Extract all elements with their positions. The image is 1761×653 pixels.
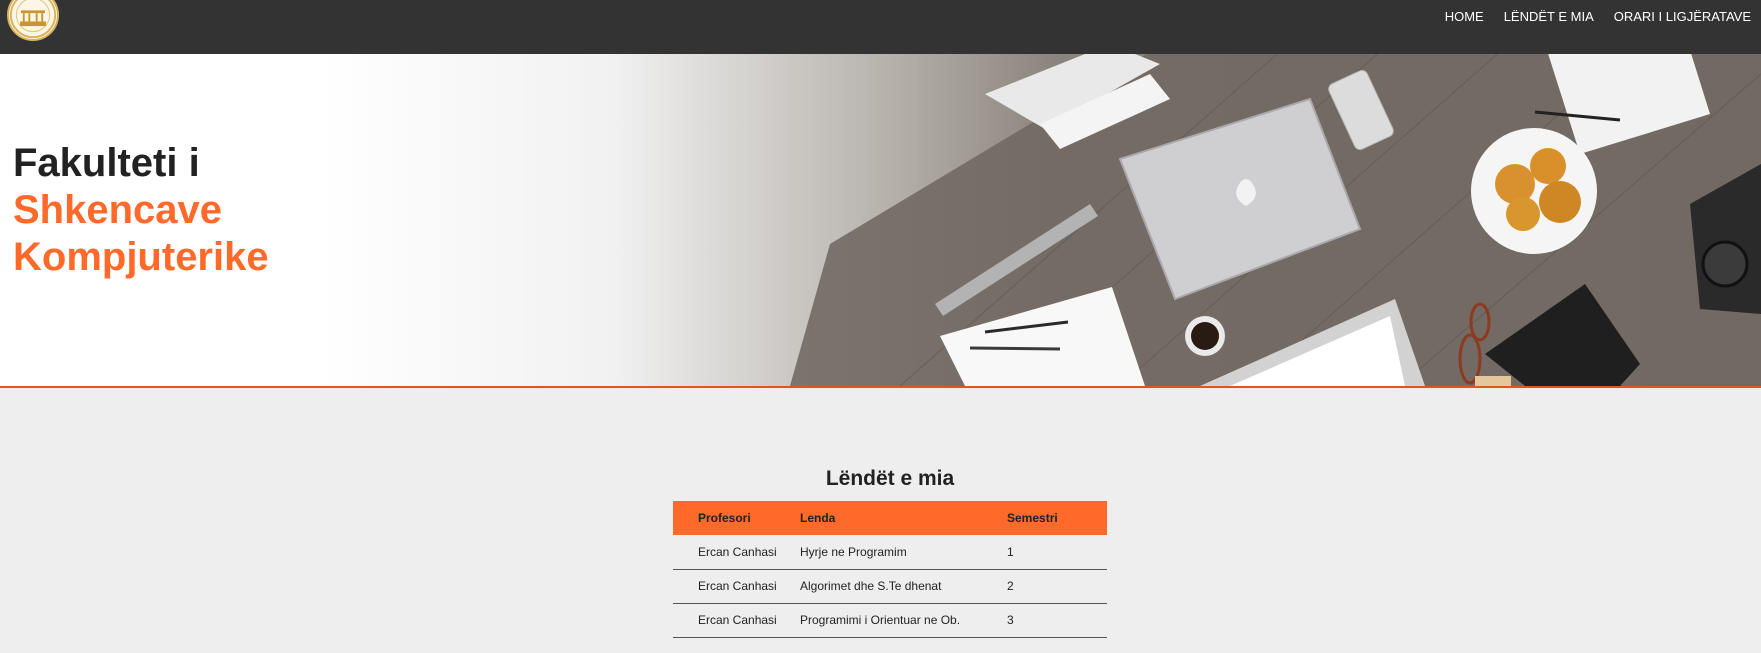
header-professor: Profesori — [673, 501, 800, 535]
nav-my-courses[interactable]: LËNDËT E MIA — [1494, 9, 1604, 25]
cell-course: Hyrje ne Programim — [800, 535, 1007, 570]
table-row: Ercan Canhasi Algorimet dhe S.Te dhenat … — [673, 569, 1107, 604]
hero-title-line-3: Kompjuterike — [13, 235, 269, 279]
university-logo[interactable] — [7, 0, 59, 41]
table-row: Ercan Canhasi Programimi i Orientuar ne … — [673, 603, 1107, 638]
cell-professor: Ercan Canhasi — [673, 535, 800, 570]
hero-banner: Fakulteti i Shkencave Kompjuterike — [0, 54, 1761, 386]
courses-title: Lëndët e mia — [825, 467, 955, 490]
hero-title-line-1: Fakulteti i — [13, 141, 200, 185]
nav-home[interactable]: HOME — [1435, 9, 1494, 25]
seal-icon — [9, 0, 57, 39]
nav-lecture-schedule[interactable]: ORARI I LIGJËRATAVE — [1604, 9, 1761, 25]
header-semester: Semestri — [1007, 501, 1107, 535]
courses-table: Profesori Lenda Semestri Ercan Canhasi H… — [673, 501, 1107, 638]
top-navbar: HOME LËNDËT E MIA ORARI I LIGJËRATAVE — [0, 0, 1761, 54]
hero-title: Fakulteti i Shkencave Kompjuterike — [13, 140, 269, 281]
cell-semester: 3 — [1007, 603, 1107, 638]
hero-divider — [0, 386, 1761, 388]
cell-professor: Ercan Canhasi — [673, 569, 800, 604]
header-course: Lenda — [800, 501, 1007, 535]
cell-semester: 1 — [1007, 535, 1107, 570]
hero-title-line-2: Shkencave — [13, 188, 223, 232]
cell-course: Programimi i Orientuar ne Ob. — [800, 603, 1007, 638]
table-row: Ercan Canhasi Hyrje ne Programim 1 — [673, 535, 1107, 570]
cell-course: Algorimet dhe S.Te dhenat — [800, 569, 1007, 604]
main-nav: HOME LËNDËT E MIA ORARI I LIGJËRATAVE — [1435, 9, 1761, 25]
cell-semester: 2 — [1007, 569, 1107, 604]
table-header-row: Profesori Lenda Semestri — [673, 501, 1107, 535]
cell-professor: Ercan Canhasi — [673, 603, 800, 638]
